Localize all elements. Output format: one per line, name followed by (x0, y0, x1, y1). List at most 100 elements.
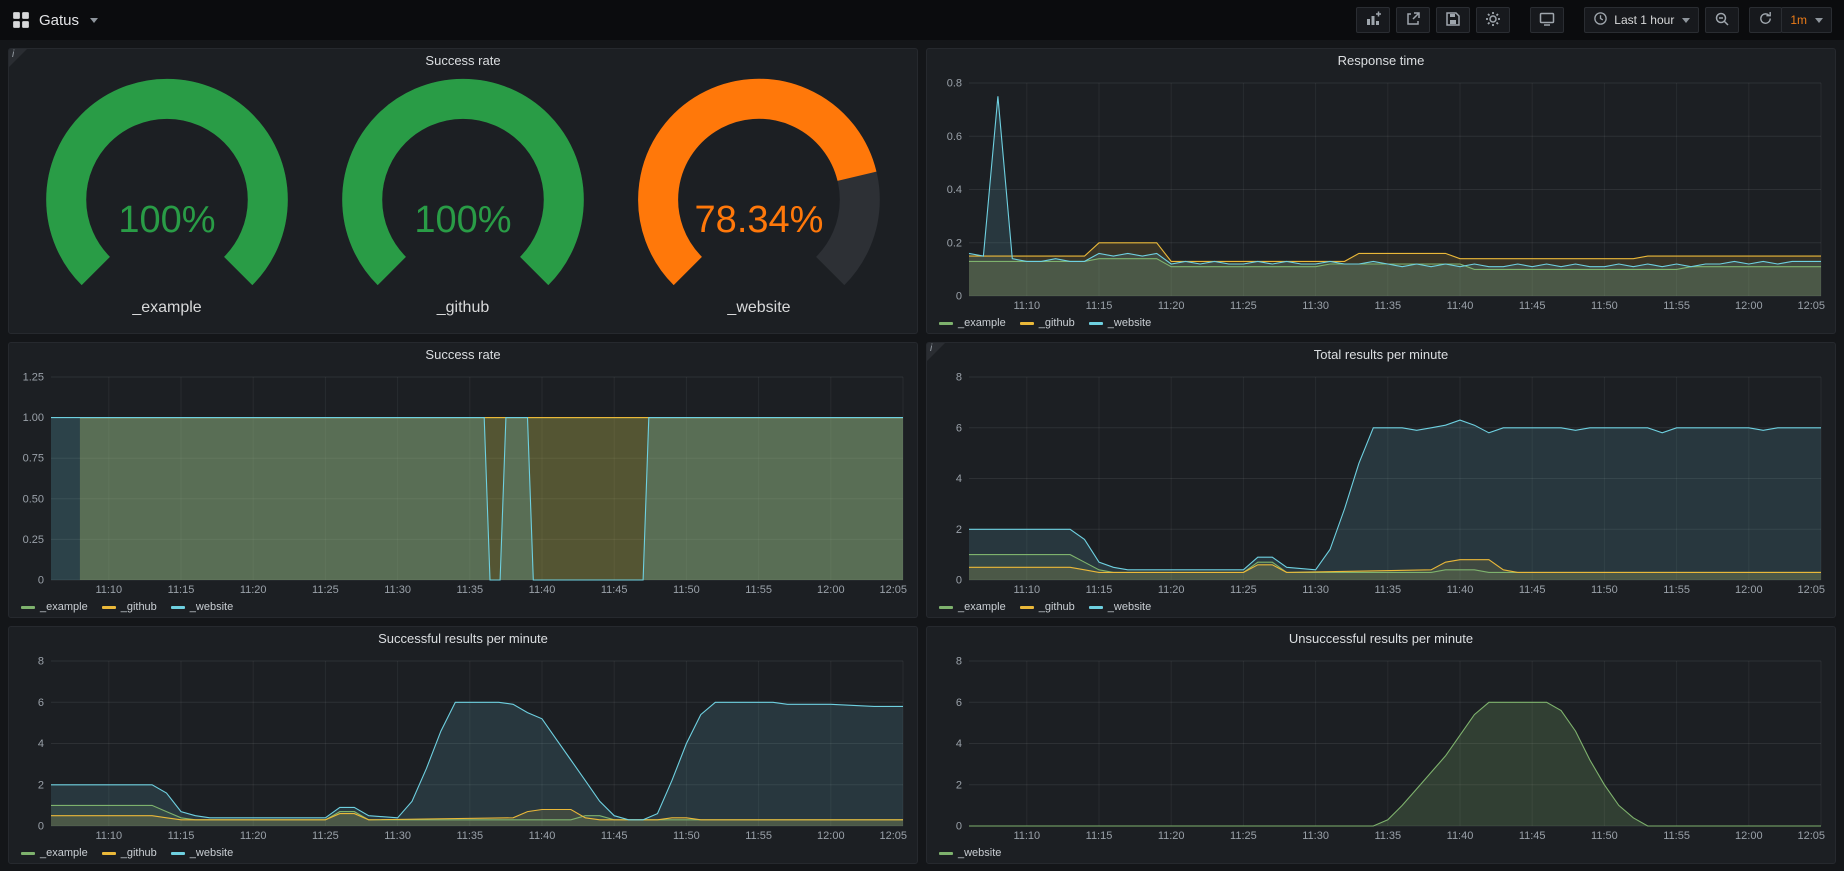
legend-item[interactable]: _example (939, 317, 1006, 329)
svg-text:11:50: 11:50 (673, 584, 700, 596)
svg-text:12:00: 12:00 (1735, 584, 1763, 596)
share-button[interactable] (1396, 7, 1430, 33)
gear-icon (1485, 11, 1501, 30)
legend-item[interactable]: _website (1089, 317, 1151, 329)
refresh-interval-button[interactable]: 1m (1781, 7, 1832, 33)
legend-item[interactable]: _github (1020, 317, 1075, 329)
settings-button[interactable] (1476, 7, 1510, 33)
svg-text:4: 4 (956, 473, 962, 485)
panel-title[interactable]: Successful results per minute (9, 627, 917, 651)
time-range-picker[interactable]: Last 1 hour (1584, 7, 1699, 33)
legend-item[interactable]: _github (1020, 601, 1075, 613)
legend-series-name: _website (1108, 317, 1151, 329)
svg-text:0.75: 0.75 (23, 453, 44, 465)
refresh-icon (1758, 11, 1773, 29)
legend-series-name: _website (190, 847, 233, 859)
legend-series-name: _example (958, 317, 1006, 329)
navbar: Gatus Last 1 hour (0, 0, 1844, 40)
svg-text:11:45: 11:45 (1519, 830, 1546, 842)
legend-item[interactable]: _example (939, 601, 1006, 613)
panel-title[interactable]: Success rate (9, 343, 917, 367)
svg-text:11:45: 11:45 (601, 584, 628, 596)
svg-text:2: 2 (956, 524, 962, 536)
svg-text:0.50: 0.50 (23, 493, 44, 505)
svg-text:11:50: 11:50 (1591, 830, 1618, 842)
svg-text:11:20: 11:20 (240, 830, 267, 842)
refresh-button[interactable] (1749, 7, 1782, 33)
legend-item[interactable]: _example (21, 601, 88, 613)
dashboards-grid-icon[interactable] (12, 11, 30, 29)
panel-info-corner[interactable]: i (927, 343, 945, 361)
svg-text:4: 4 (38, 738, 44, 750)
legend-item[interactable]: _website (171, 601, 233, 613)
svg-text:11:25: 11:25 (1230, 584, 1257, 596)
svg-text:0: 0 (38, 821, 44, 833)
panel-title[interactable]: Response time (927, 49, 1835, 73)
svg-text:11:45: 11:45 (1519, 584, 1546, 596)
svg-text:11:30: 11:30 (1302, 300, 1329, 312)
legend-swatch-icon (171, 852, 185, 855)
svg-text:0.25: 0.25 (23, 534, 44, 546)
panel-title[interactable]: Total results per minute (927, 343, 1835, 367)
legend-series-name: _website (190, 601, 233, 613)
unsuccessful-results-graph[interactable]: 0246811:1011:1511:2011:2511:3011:3511:40… (935, 651, 1827, 843)
svg-text:11:25: 11:25 (312, 830, 339, 842)
response-time-graph[interactable]: 00.20.40.60.811:1011:1511:2011:2511:3011… (935, 73, 1827, 313)
legend: _example _github _website (927, 597, 1835, 617)
legend-series-name: _example (958, 601, 1006, 613)
svg-text:11:25: 11:25 (1230, 830, 1257, 842)
panel-title[interactable]: Unsuccessful results per minute (927, 627, 1835, 651)
legend-swatch-icon (939, 852, 953, 855)
refresh-picker: 1m (1749, 7, 1832, 33)
panel-successful-results: Successful results per minute 0246811:10… (8, 626, 918, 864)
gauge-label: _github (315, 299, 611, 333)
gauge-github: 100% _github (315, 73, 611, 333)
svg-text:6: 6 (38, 697, 44, 709)
save-button[interactable] (1436, 7, 1470, 33)
svg-text:100%: 100% (118, 199, 215, 241)
legend-item[interactable]: _github (102, 601, 157, 613)
successful-results-graph[interactable]: 0246811:1011:1511:2011:2511:3011:3511:40… (17, 651, 909, 843)
svg-text:2: 2 (38, 779, 44, 791)
svg-text:11:50: 11:50 (673, 830, 700, 842)
panel-info-corner[interactable]: i (9, 49, 27, 67)
gauge-arc: 100% (19, 73, 315, 299)
legend-item[interactable]: _github (102, 847, 157, 859)
legend-series-name: _website (958, 847, 1001, 859)
add-panel-button[interactable] (1356, 7, 1390, 33)
svg-text:11:30: 11:30 (384, 830, 411, 842)
svg-text:11:40: 11:40 (1447, 584, 1474, 596)
legend: _example _github _website (9, 597, 917, 617)
success-rate-graph[interactable]: 00.250.500.751.001.2511:1011:1511:2011:2… (17, 367, 909, 597)
legend-series-name: _github (1039, 601, 1075, 613)
chevron-down-icon (1682, 18, 1690, 23)
panel-title[interactable]: Success rate (9, 49, 917, 73)
share-icon (1405, 11, 1421, 30)
legend-item[interactable]: _example (21, 847, 88, 859)
total-results-graph[interactable]: 0246811:1011:1511:2011:2511:3011:3511:40… (935, 367, 1827, 597)
legend-item[interactable]: _website (939, 847, 1001, 859)
cycle-view-button[interactable] (1530, 7, 1564, 33)
legend: _website (927, 843, 1835, 863)
legend-item[interactable]: _website (171, 847, 233, 859)
svg-text:11:35: 11:35 (1374, 300, 1401, 312)
svg-text:12:05: 12:05 (879, 830, 907, 842)
svg-text:11:55: 11:55 (1663, 830, 1690, 842)
zoom-out-button[interactable] (1705, 7, 1739, 33)
legend-series-name: _github (121, 847, 157, 859)
chevron-down-icon (90, 18, 98, 23)
legend-swatch-icon (21, 606, 35, 609)
panel-unsuccessful-results: Unsuccessful results per minute 0246811:… (926, 626, 1836, 864)
svg-text:11:15: 11:15 (168, 584, 195, 596)
dashboard-title[interactable]: Gatus (39, 12, 79, 29)
legend-swatch-icon (171, 606, 185, 609)
legend-series-name: _example (40, 601, 88, 613)
panel-success-rate-graph: Success rate 00.250.500.751.001.2511:101… (8, 342, 918, 618)
svg-text:11:55: 11:55 (1663, 584, 1690, 596)
svg-text:11:10: 11:10 (1013, 300, 1040, 312)
legend-item[interactable]: _website (1089, 601, 1151, 613)
svg-text:11:10: 11:10 (1013, 830, 1040, 842)
svg-text:11:40: 11:40 (529, 584, 556, 596)
legend-swatch-icon (21, 852, 35, 855)
legend-swatch-icon (1020, 606, 1034, 609)
